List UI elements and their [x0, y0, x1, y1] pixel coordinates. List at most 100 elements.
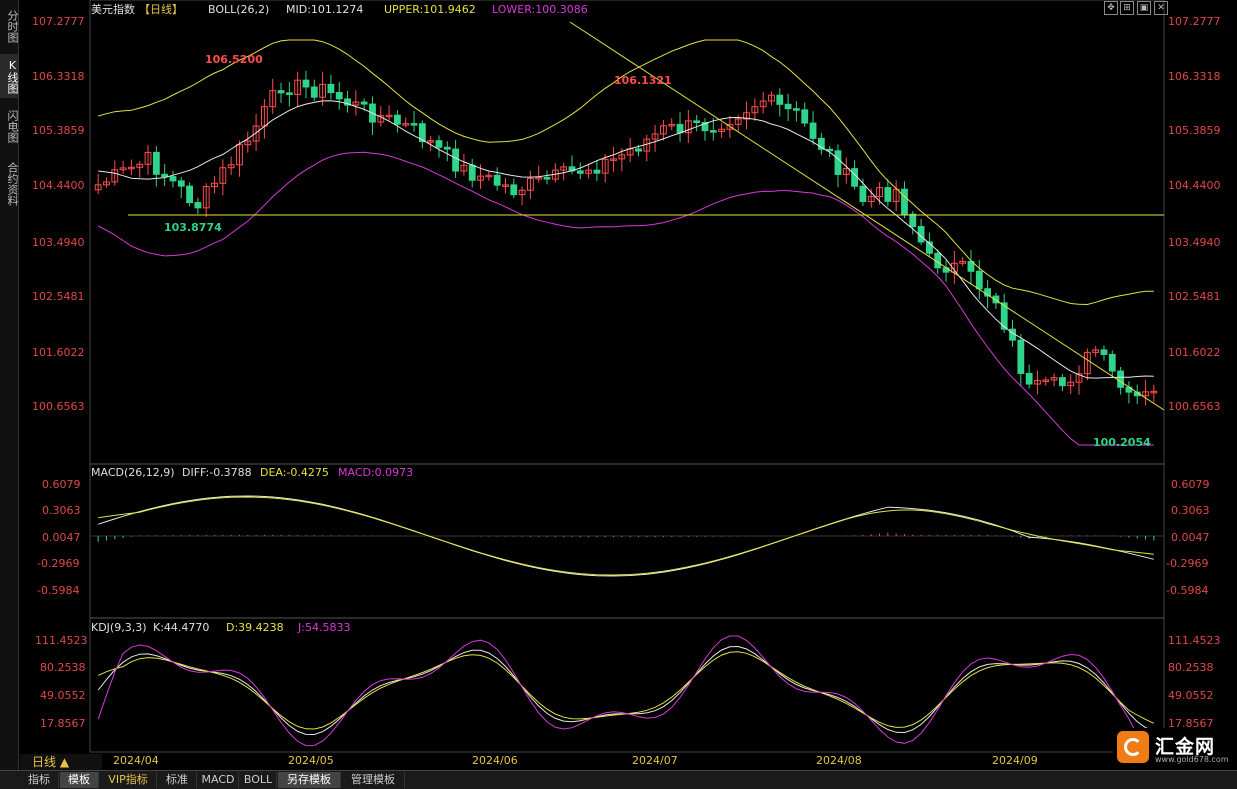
- candle-body: [393, 114, 401, 125]
- candle-body: [543, 177, 551, 180]
- boll-mid-label: MID:101.1274: [286, 3, 363, 16]
- candle-body: [1017, 339, 1025, 374]
- candle-body: [635, 148, 642, 152]
- candle-body: [194, 202, 202, 209]
- price-tick: 104.4400: [32, 179, 85, 192]
- price-axis-right: 107.2777 106.3318 105.3859 104.4400 103.…: [1168, 15, 1221, 413]
- kdj-tick: 80.2538: [1168, 661, 1214, 674]
- candle-body: [468, 164, 476, 181]
- price-tick: 102.5481: [1168, 290, 1221, 303]
- candle-body: [1058, 377, 1066, 387]
- date-tick: 2024/04: [113, 754, 159, 767]
- tab-manage-template[interactable]: 管理模板: [342, 772, 405, 788]
- low-annotation-2: 100.2054: [1093, 436, 1151, 449]
- candle-body: [277, 90, 285, 94]
- date-tick: 2024/09: [992, 754, 1038, 767]
- chart-frame: [89, 0, 1165, 753]
- macd-tick: 0.6079: [1171, 478, 1210, 491]
- macd-tick: -0.2969: [37, 557, 79, 570]
- kdj-j-label: J:54.5833: [297, 621, 350, 634]
- kdj-tick: 111.4523: [35, 634, 88, 647]
- macd-tick: -0.5984: [37, 584, 79, 597]
- price-axis-left: 107.2777 106.3318 105.3859 104.4400 103.…: [32, 15, 85, 413]
- kdj-param-label: KDJ(9,3,3): [91, 621, 147, 634]
- candle-body: [834, 150, 842, 175]
- price-tick: 107.2777: [1168, 15, 1221, 28]
- move-icon[interactable]: ✥: [1104, 1, 1118, 15]
- candle-body: [593, 169, 601, 174]
- high-annotation-2: 106.1321: [614, 74, 672, 87]
- kdj-tick: 111.4523: [1168, 634, 1221, 647]
- kdj-k-label: K:44.4770: [153, 621, 209, 634]
- macd-tick: 0.0047: [42, 531, 81, 544]
- tab-template[interactable]: 模板: [60, 772, 99, 788]
- macd-dea-label: DEA:-0.4275: [260, 466, 329, 479]
- close-icon[interactable]: ✕: [1154, 1, 1168, 15]
- logo-icon: [1117, 731, 1149, 763]
- candle-body: [152, 151, 160, 175]
- price-tick: 101.6022: [32, 346, 85, 359]
- high-annotation-1: 106.5200: [205, 53, 263, 66]
- candle-body: [792, 108, 800, 111]
- boll-label: BOLL(26,2): [208, 3, 269, 16]
- candle-body: [975, 270, 983, 290]
- tab-macd[interactable]: MACD: [198, 772, 239, 788]
- tab-save-template[interactable]: 另存模板: [278, 772, 341, 788]
- date-tick: 2024/05: [288, 754, 334, 767]
- kdj-axis-right: 111.4523 80.2538 49.0552 17.8567: [1168, 634, 1221, 730]
- candle-body: [327, 83, 335, 94]
- macd-tick: 0.3063: [42, 504, 81, 517]
- macd-pane: [90, 495, 1164, 577]
- candle-body: [1117, 370, 1125, 388]
- macd-param-label: MACD(26,12,9): [91, 466, 175, 479]
- candle-body: [360, 101, 368, 105]
- macd-tick: 0.0047: [1171, 531, 1210, 544]
- price-tick: 100.6563: [32, 400, 85, 413]
- tab-kline[interactable]: K线图: [0, 54, 19, 98]
- period-selector[interactable]: 日线 ▲: [20, 754, 102, 770]
- kdj-tick: 49.0552: [40, 689, 86, 702]
- candle-body: [302, 79, 310, 88]
- tab-flash[interactable]: 闪电图: [0, 104, 19, 148]
- candle-body: [901, 188, 908, 215]
- candle-body: [493, 174, 501, 186]
- kdj-k-line: [97, 645, 1154, 736]
- kline-chart-area[interactable]: 美元指数 【日线】 BOLL(26,2) MID:101.1274 UPPER:…: [18, 0, 1237, 770]
- price-tick: 106.3318: [32, 70, 85, 83]
- kdj-axis-left: 111.4523 80.2538 49.0552 17.8567: [35, 634, 88, 730]
- price-tick: 105.3859: [32, 124, 85, 137]
- restore-icon[interactable]: ▣: [1137, 1, 1151, 15]
- kdj-tick: 17.8567: [40, 717, 86, 730]
- candle-body: [177, 180, 185, 187]
- candle-body: [859, 185, 867, 203]
- tab-boll[interactable]: BOLL: [240, 772, 277, 788]
- candle-body: [410, 123, 418, 126]
- date-axis: 2024/04 2024/05 2024/06 2024/07 2024/08 …: [113, 754, 1038, 767]
- price-tick: 100.6563: [1168, 400, 1221, 413]
- zoom-icon[interactable]: ⊞: [1120, 1, 1134, 15]
- tab-standard[interactable]: 标准: [158, 772, 197, 788]
- date-tick: 2024/08: [816, 754, 862, 767]
- tab-timeshare[interactable]: 分时图: [0, 4, 19, 48]
- macd-tick: -0.2969: [1166, 557, 1208, 570]
- candle-body: [335, 92, 343, 100]
- left-view-tabs: 分时图 K线图 闪电图 合约资料: [0, 0, 19, 770]
- candle-body: [1025, 372, 1033, 385]
- price-tick: 104.4400: [1168, 179, 1221, 192]
- macd-axis-left: 0.6079 0.3063 0.0047 -0.2969 -0.5984: [37, 478, 81, 597]
- tab-indicator[interactable]: 指标: [20, 772, 59, 788]
- candle-body: [576, 170, 584, 174]
- date-tick: 2024/07: [632, 754, 678, 767]
- bottom-toolbar: 指标 模板 VIP指标 标准 MACD BOLL 另存模板 管理模板: [0, 770, 1237, 789]
- kdj-j-line: [97, 635, 1154, 747]
- candle-body: [776, 94, 784, 105]
- tab-vip-indicator[interactable]: VIP指标: [100, 772, 157, 788]
- candle-body: [186, 185, 194, 204]
- tab-contract-info[interactable]: 合约资料: [0, 154, 19, 214]
- macd-axis-right: 0.6079 0.3063 0.0047 -0.2969 -0.5984: [1166, 478, 1210, 597]
- price-tick: 103.4940: [32, 236, 85, 249]
- site-logo: 汇金网 www.gold678.com: [1113, 728, 1237, 768]
- candle-body: [909, 213, 917, 228]
- period-tag: 【日线】: [139, 2, 183, 16]
- date-tick: 2024/06: [472, 754, 518, 767]
